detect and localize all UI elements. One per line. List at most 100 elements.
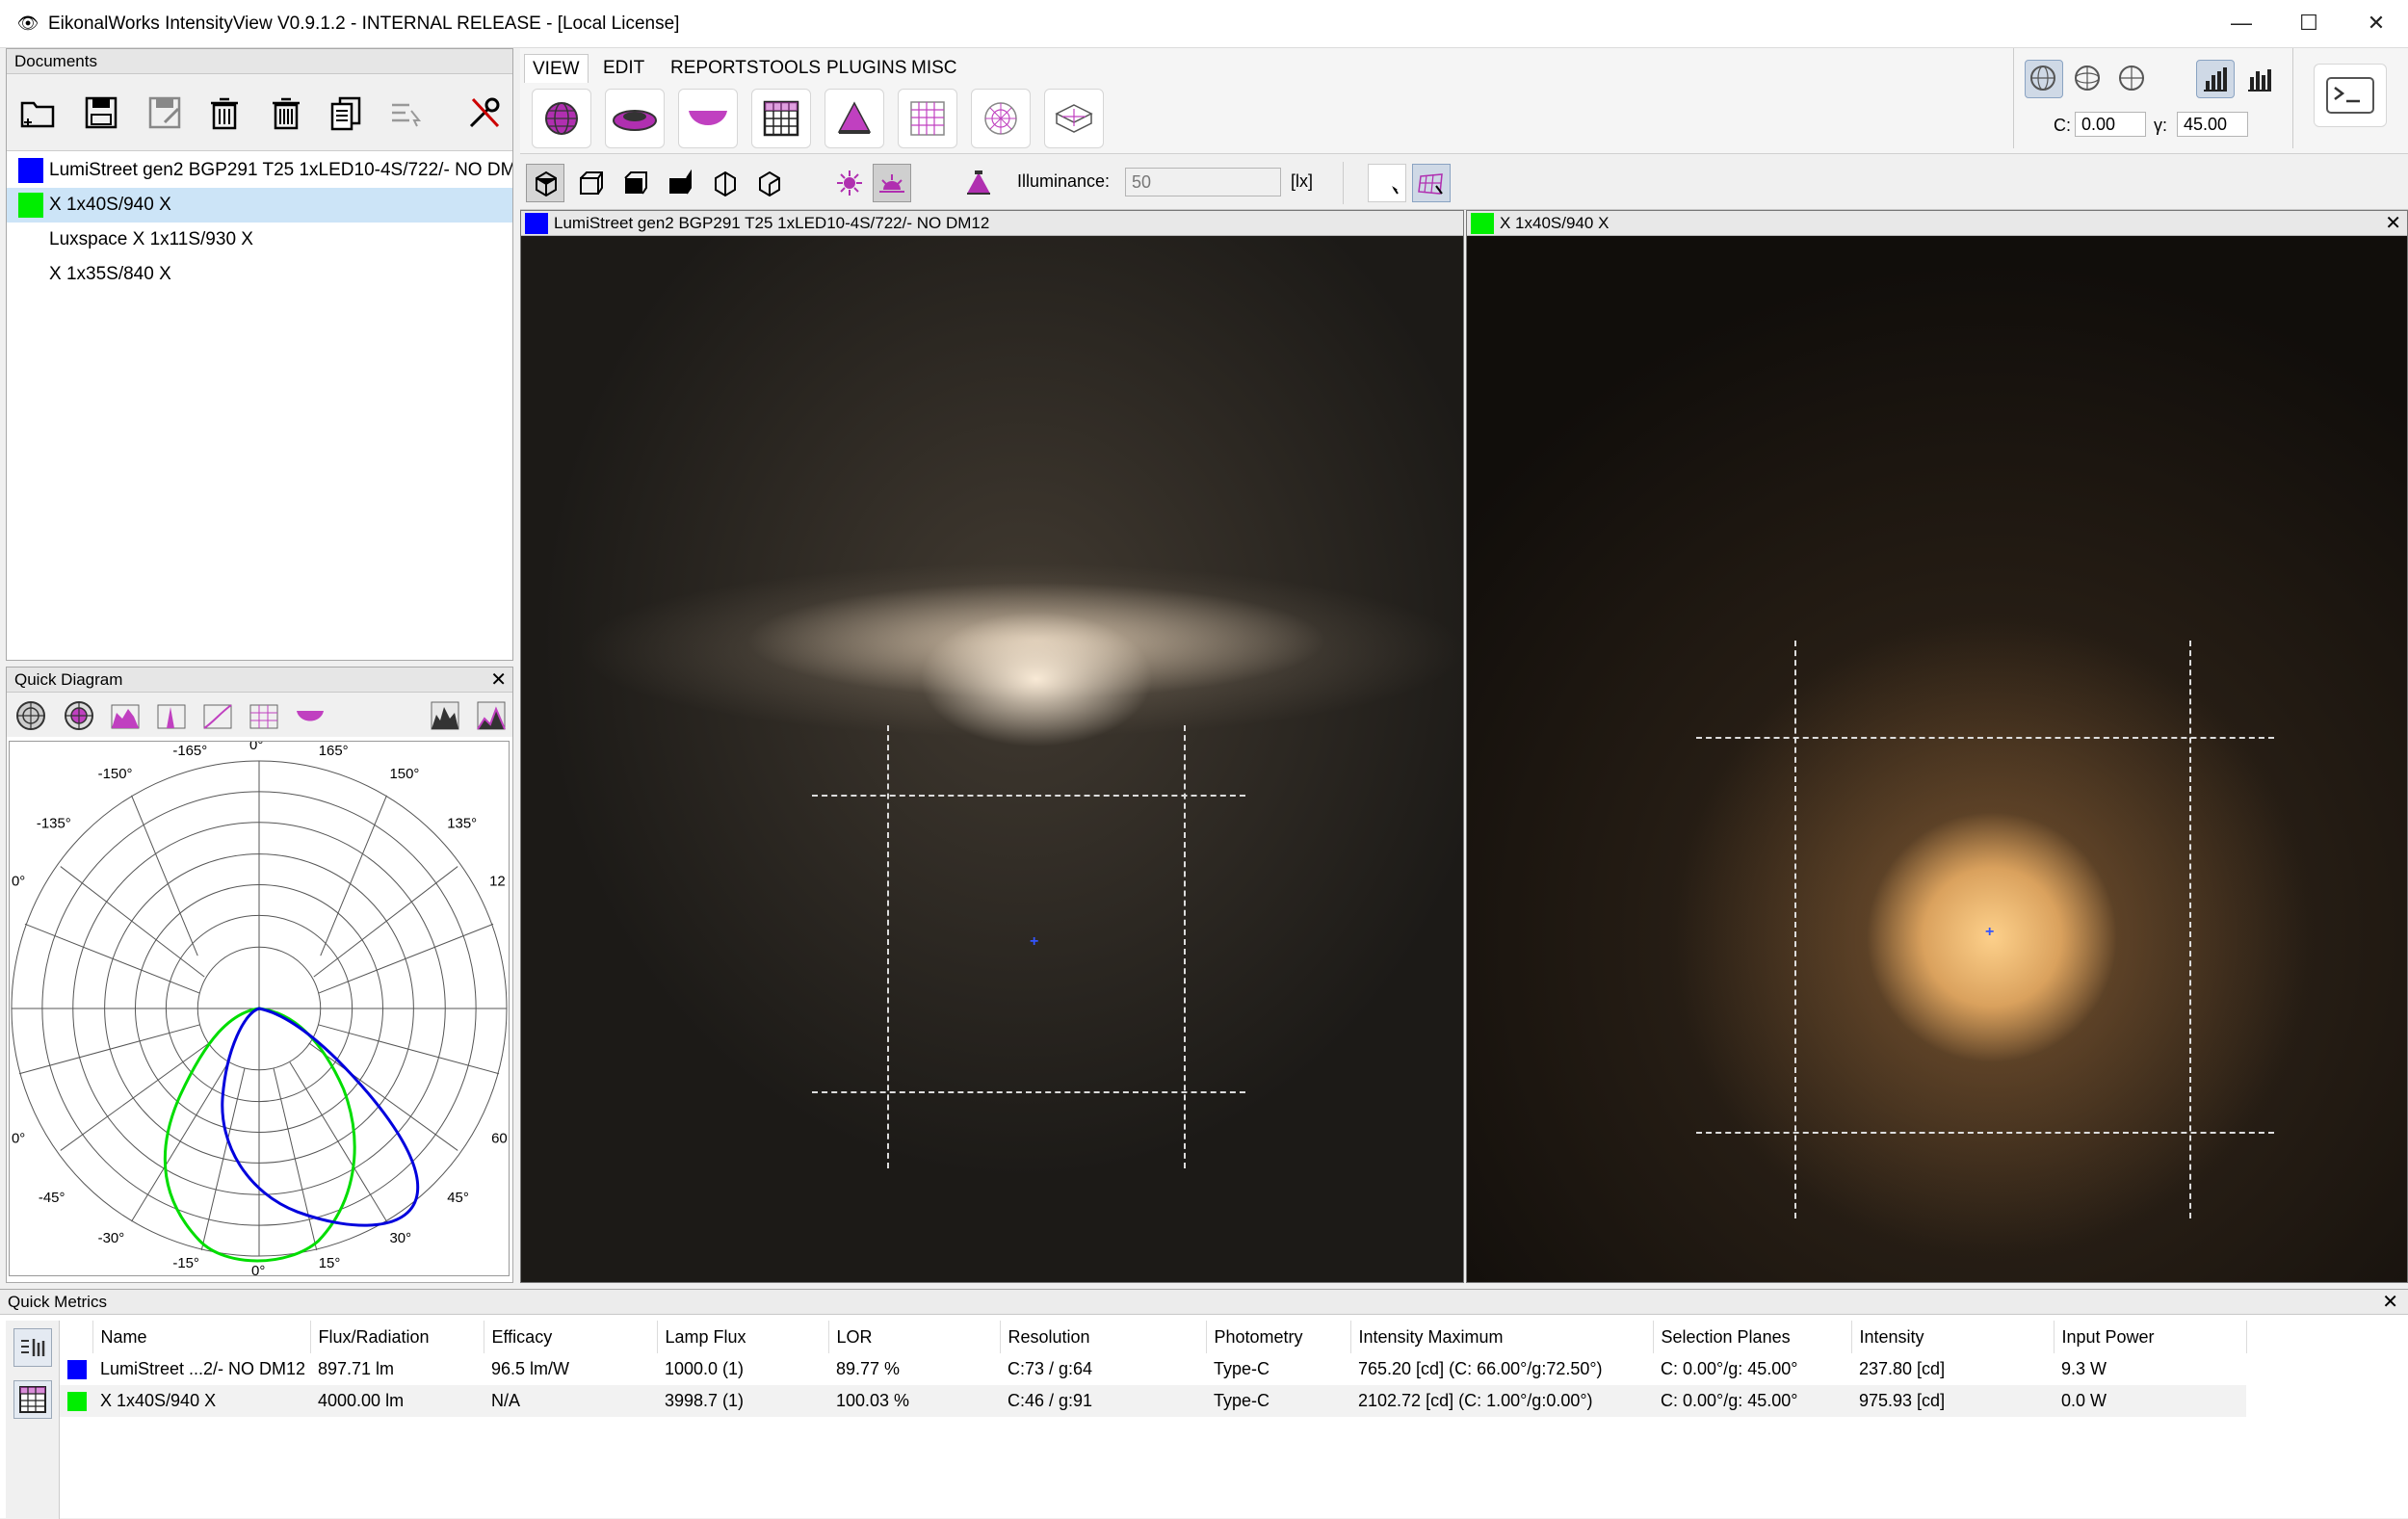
quick-diagram-panel: Quick Diagram ✕ -165° 0° 165° -150° 150°… (6, 667, 513, 1283)
column-header[interactable]: Name (92, 1321, 311, 1353)
spectrum-button[interactable] (425, 696, 465, 735)
open-folder-button[interactable] (13, 86, 63, 140)
center-marker-icon: + (1030, 933, 1039, 950)
view-pane-right[interactable]: X 1x40S/940 X ✕ + (1466, 210, 2408, 1283)
document-item[interactable]: Luxspace X 1x11S/930 X (7, 223, 512, 257)
cumulative-button[interactable] (197, 696, 238, 735)
column-header[interactable]: Lamp Flux (657, 1321, 829, 1353)
column-header[interactable]: LOR (828, 1321, 1001, 1353)
document-item[interactable]: X 1x40S/940 X (7, 188, 512, 223)
polar-filled-button[interactable] (59, 696, 99, 735)
metrics-table-button[interactable] (13, 1380, 52, 1419)
cartesian-button[interactable] (151, 696, 192, 735)
luminaire-3d-button[interactable] (605, 89, 665, 148)
pointer-tool-button[interactable] (1368, 164, 1406, 202)
view-toolbar: Illuminance: [lx] (520, 156, 2408, 210)
tab-view[interactable]: VIEW (524, 54, 589, 83)
save-as-button[interactable] (140, 86, 190, 140)
sphere-view-button[interactable] (532, 89, 591, 148)
column-header[interactable]: Flux/Radiation (310, 1321, 484, 1353)
view-front-button[interactable] (616, 164, 655, 202)
metrics-list-button[interactable] (13, 1328, 52, 1367)
polar-diagram-button[interactable] (11, 696, 51, 735)
column-header[interactable]: Photometry (1206, 1321, 1351, 1353)
settings-tools-button[interactable] (459, 86, 510, 140)
daylight-button[interactable] (830, 164, 869, 202)
tab-plugins[interactable]: PLUGINS (819, 54, 914, 83)
table-view-button[interactable] (751, 89, 811, 148)
save-as-icon (148, 96, 181, 129)
view-side-button[interactable] (661, 164, 699, 202)
isolux-grid-button[interactable] (898, 89, 957, 148)
view-pane-left[interactable]: LumiStreet gen2 BGP291 T25 1xLED10-4S/72… (520, 210, 1464, 1283)
b-beta-system-button[interactable] (2069, 60, 2107, 98)
document-item[interactable]: X 1x35S/840 X (7, 257, 512, 292)
document-label: X 1x40S/940 X (49, 195, 171, 215)
angle-label: 0° (12, 1130, 25, 1146)
document-item[interactable]: LumiStreet gen2 BGP291 T25 1xLED10-4S/72… (7, 153, 512, 188)
pane-header: X 1x40S/940 X ✕ (1467, 211, 2407, 236)
cone-icon (837, 101, 872, 134)
table-row[interactable]: LumiStreet ...2/- NO DM12 897.71 lm 96.5… (60, 1353, 2246, 1385)
histogram-alt-button[interactable] (2240, 60, 2279, 98)
c-gamma-system-button[interactable] (2025, 60, 2063, 98)
close-icon[interactable]: ✕ (2385, 211, 2401, 236)
minimize-button[interactable]: — (2208, 0, 2275, 46)
close-window-button[interactable]: ✕ (2343, 0, 2408, 46)
gamma-angle-input[interactable] (2177, 112, 2248, 137)
histogram-button[interactable] (2196, 60, 2235, 98)
cone-view-button[interactable] (824, 89, 884, 148)
table-cell: C: 0.00°/g: 45.00° (1661, 1359, 1798, 1378)
view-right-button[interactable] (749, 164, 788, 202)
twilight-button[interactable] (873, 164, 911, 202)
view-left-button[interactable] (705, 164, 744, 202)
table-row[interactable]: X 1x40S/940 X 4000.00 lm N/A 3998.7 (1) … (60, 1385, 2246, 1417)
column-header[interactable]: Selection Planes (1653, 1321, 1852, 1353)
night-button[interactable] (917, 164, 955, 202)
column-header[interactable]: Intensity (1851, 1321, 2055, 1353)
trash-icon (211, 97, 238, 130)
view-cube-button[interactable] (526, 164, 564, 202)
c-angle-input[interactable] (2075, 112, 2146, 137)
tab-misc[interactable]: MISC (903, 54, 965, 83)
intensity-render[interactable]: + (521, 236, 1463, 1282)
beam-shape-button[interactable] (678, 89, 738, 148)
delete-button[interactable] (199, 86, 249, 140)
angle-label: 0° (251, 1263, 265, 1276)
close-icon[interactable]: ✕ (490, 668, 507, 693)
light-cone-button[interactable] (959, 164, 998, 202)
polar-grid-icon (984, 102, 1017, 135)
bar-chart-icon (2204, 67, 2227, 92)
window-title: EikonalWorks IntensityView V0.9.1.2 - IN… (48, 13, 680, 34)
copy-button[interactable] (321, 86, 371, 140)
column-header[interactable]: Resolution (1000, 1321, 1207, 1353)
spectrum-alt-button[interactable] (471, 696, 511, 735)
illuminance-unit: [lx] (1291, 171, 1314, 191)
intensity-render[interactable]: + (1467, 236, 2407, 1282)
save-button[interactable] (76, 86, 126, 140)
table-cell: 2102.72 [cd] (C: 1.00°/g:0.00°) (1350, 1385, 1653, 1417)
maximize-button[interactable]: ☐ (2275, 0, 2343, 46)
table-cell: C: 0.00°/g: 45.00° (1653, 1385, 1851, 1417)
shape-view-button[interactable] (290, 696, 330, 735)
a-alpha-system-button[interactable] (2113, 60, 2152, 98)
console-button[interactable] (2314, 64, 2387, 127)
measure-grid-button[interactable] (1412, 164, 1451, 202)
linear-diagram-button[interactable] (105, 696, 145, 735)
column-header[interactable]: Intensity Maximum (1350, 1321, 1654, 1353)
column-header[interactable]: Efficacy (484, 1321, 658, 1353)
polar-diagram[interactable]: -165° 0° 165° -150° 150° -135° 135° 0° 1… (9, 741, 510, 1276)
tab-tools[interactable]: TOOLS (751, 54, 828, 83)
tab-edit[interactable]: EDIT (595, 54, 652, 83)
polar-grid-button[interactable] (971, 89, 1031, 148)
illuminance-input[interactable] (1125, 168, 1281, 196)
isolux-button[interactable] (244, 696, 284, 735)
column-header[interactable]: Input Power (2054, 1321, 2247, 1353)
title-bar: 👁 EikonalWorks IntensityView V0.9.1.2 - … (0, 0, 2408, 48)
select-tool-button[interactable] (380, 86, 431, 140)
close-icon[interactable]: ✕ (2382, 1290, 2398, 1315)
view-top-button[interactable] (572, 164, 611, 202)
quick-diagram-toolbar (7, 693, 512, 737)
delete-all-button[interactable] (261, 86, 311, 140)
room-3d-button[interactable] (1044, 89, 1104, 148)
